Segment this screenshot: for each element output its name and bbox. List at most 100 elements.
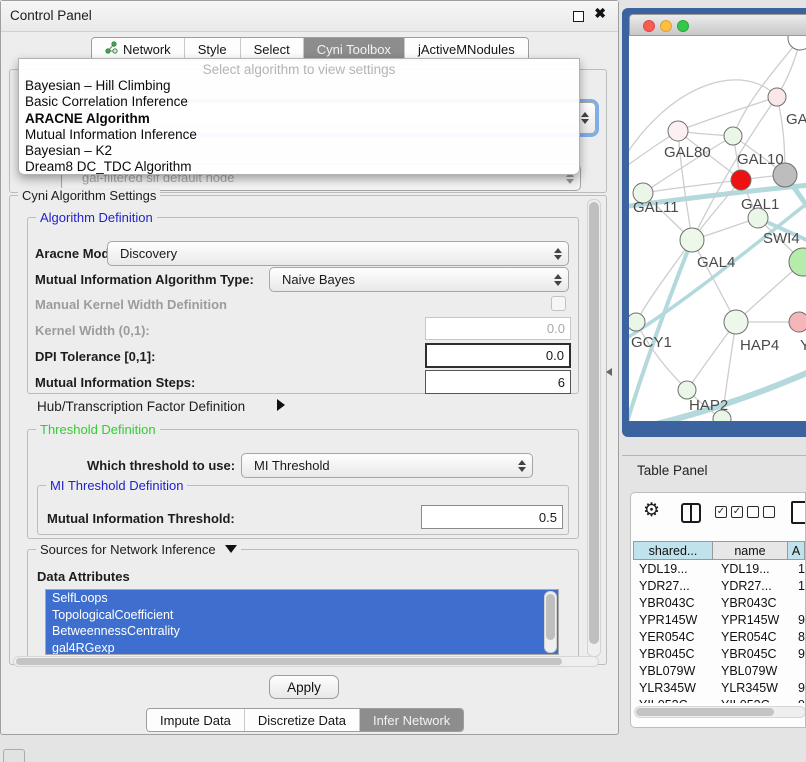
table-row[interactable]: YER054CYER054C8. (633, 628, 805, 645)
table-row[interactable]: YLR345WYLR345W9. (633, 679, 805, 696)
algorithm-option-dream8-dc-tdc-algorithm[interactable]: Dream8 DC_TDC Algorithm (19, 159, 579, 175)
settings-gear-icon[interactable]: ⚙ (643, 499, 660, 522)
split-pane-collapse-icon[interactable] (606, 368, 612, 376)
settings-vertical-scrollbar[interactable] (587, 199, 601, 657)
attribute-item-selfloops[interactable]: SelfLoops (46, 590, 558, 607)
column-header-a[interactable]: A (788, 541, 805, 560)
network-node-hap4[interactable] (724, 310, 748, 334)
network-node-gal80[interactable] (668, 121, 688, 141)
tab-network[interactable]: Network (92, 38, 184, 60)
table-row[interactable]: YBR045CYBR045C9. (633, 645, 805, 662)
deselect-all-icon[interactable] (747, 506, 775, 518)
table-row[interactable]: YIL052CYIL052C9 (633, 696, 805, 703)
tab-label: Style (198, 42, 227, 57)
tab-select[interactable]: Select (240, 38, 303, 60)
table-row[interactable]: YDR27...YDR27...12 (633, 577, 805, 594)
algorithm-option-bayesian-k2[interactable]: Bayesian – K2 (19, 143, 579, 159)
tab-label: jActiveMNodules (418, 42, 515, 57)
algorithm-definition-title: Algorithm Definition (36, 210, 157, 225)
list-vertical-scrollbar[interactable] (544, 591, 557, 653)
expand-arrow-icon[interactable] (277, 399, 285, 411)
dpi-tolerance-field[interactable]: 0.0 (425, 343, 571, 368)
close-traffic-light-icon[interactable] (643, 20, 655, 32)
hub-section-label[interactable]: Hub/Transcription Factor Definition (37, 399, 245, 414)
network-edge (636, 322, 687, 390)
network-edge (643, 180, 741, 193)
tab-infer-network[interactable]: Infer Network (359, 709, 463, 731)
which-threshold-combo[interactable]: MI Threshold (241, 453, 533, 478)
table-row[interactable]: YBL079WYBL079W (633, 662, 805, 679)
minimize-traffic-light-icon[interactable] (660, 20, 672, 32)
scrollbar-thumb[interactable] (546, 594, 555, 640)
sources-title-text[interactable]: Sources for Network Inference (40, 542, 216, 557)
apply-button[interactable]: Apply (269, 675, 339, 699)
network-node[interactable] (773, 163, 797, 187)
network-canvas[interactable]: GALGAL80GAL10GAL1GAL11SWI4GAL4GCY1HAP4YH… (629, 36, 806, 421)
data-attributes-list[interactable]: SelfLoopsTopologicalCoefficientBetweenne… (45, 589, 559, 655)
table-cell: 9 (788, 698, 805, 704)
scrollbar-thumb[interactable] (589, 202, 599, 644)
table-cell: YBL079W (633, 664, 713, 678)
corner-mini-button[interactable] (3, 749, 25, 762)
control-panel-titlebar: Control Panel ✖ (1, 1, 618, 32)
tab-impute-data[interactable]: Impute Data (147, 709, 244, 731)
table-row[interactable]: YPR145WYPR145W9. (633, 611, 805, 628)
stepper-icon (550, 246, 565, 262)
network-node-gal[interactable] (768, 88, 786, 106)
network-node-gal10[interactable] (724, 127, 742, 145)
attribute-item-betweennesscentrality[interactable]: BetweennessCentrality (46, 623, 558, 640)
algorithm-option-bayesian-hill-climbing[interactable]: Bayesian – Hill Climbing (19, 78, 579, 94)
scrollbar-thumb[interactable] (636, 708, 774, 716)
mi-steps-field[interactable]: 6 (425, 370, 571, 394)
tab-label: Network (123, 42, 171, 57)
close-icon[interactable]: ✖ (594, 5, 606, 22)
mi-algorithm-type-value: Naive Bayes (282, 272, 355, 287)
panel-divider (622, 455, 806, 456)
table-row[interactable]: YBR043CYBR043C (633, 594, 805, 611)
table-horizontal-scrollbar[interactable] (634, 706, 806, 718)
tab-discretize-data[interactable]: Discretize Data (244, 709, 359, 731)
column-layout-icon[interactable] (681, 503, 701, 523)
aracne-mode-combo[interactable]: Discovery (107, 241, 569, 266)
checked-box-icon: ✓ (715, 506, 727, 518)
network-node-gal4[interactable] (680, 228, 704, 252)
network-node-gal1[interactable] (731, 170, 751, 190)
mi-algorithm-type-label: Mutual Information Algorithm Type: (35, 272, 254, 287)
zoom-traffic-light-icon[interactable] (677, 20, 689, 32)
unchecked-box-icon (747, 506, 759, 518)
attribute-item-topologicalcoefficient[interactable]: TopologicalCoefficient (46, 607, 558, 624)
select-all-icon[interactable]: ✓✓ (715, 506, 743, 518)
network-node[interactable] (788, 36, 806, 50)
tab-style[interactable]: Style (184, 38, 240, 60)
network-node-swi4[interactable] (748, 208, 768, 228)
network-node-gcy1[interactable] (629, 313, 645, 331)
table-cell: YIL052C (713, 698, 788, 704)
collapse-arrow-icon[interactable] (225, 545, 237, 553)
table-row[interactable]: YDL19...YDL19...13 (633, 560, 805, 577)
kernel-width-field[interactable]: 0.0 (425, 317, 571, 340)
settings-horizontal-scrollbar[interactable] (13, 656, 599, 667)
page-icon[interactable] (791, 501, 806, 524)
mi-threshold-value: 0.5 (539, 510, 557, 525)
tab-cyni-toolbox[interactable]: Cyni Toolbox (303, 38, 404, 60)
column-header-shared[interactable]: shared... (633, 541, 713, 560)
table-cell: 12 (788, 579, 805, 593)
algorithm-option-basic-correlation-inference[interactable]: Basic Correlation Inference (19, 94, 579, 110)
manual-kernel-checkbox[interactable] (551, 296, 566, 311)
attribute-item-gal4rgexp[interactable]: gal4RGexp (46, 640, 558, 656)
algorithm-option-aracne-algorithm[interactable]: ARACNE Algorithm (19, 111, 579, 127)
network-node-y[interactable] (789, 312, 806, 332)
scrollbar-thumb[interactable] (16, 658, 562, 665)
column-header-name[interactable]: name (713, 541, 788, 560)
table-cell: 9. (788, 681, 805, 695)
network-window-titlebar[interactable] (629, 14, 806, 36)
tab-jactivemnodules[interactable]: jActiveMNodules (404, 38, 528, 60)
table-cell: YIL052C (633, 698, 713, 704)
network-node-label: GAL4 (697, 254, 735, 271)
network-graph[interactable]: GALGAL80GAL10GAL1GAL11SWI4GAL4GCY1HAP4YH… (629, 36, 806, 421)
float-window-icon[interactable] (573, 11, 584, 22)
dpi-tolerance-label: DPI Tolerance [0,1]: (35, 349, 155, 364)
mi-threshold-field[interactable]: 0.5 (421, 505, 563, 529)
algorithm-option-mutual-information-inference[interactable]: Mutual Information Inference (19, 127, 579, 143)
mi-algorithm-type-combo[interactable]: Naive Bayes (269, 267, 569, 292)
